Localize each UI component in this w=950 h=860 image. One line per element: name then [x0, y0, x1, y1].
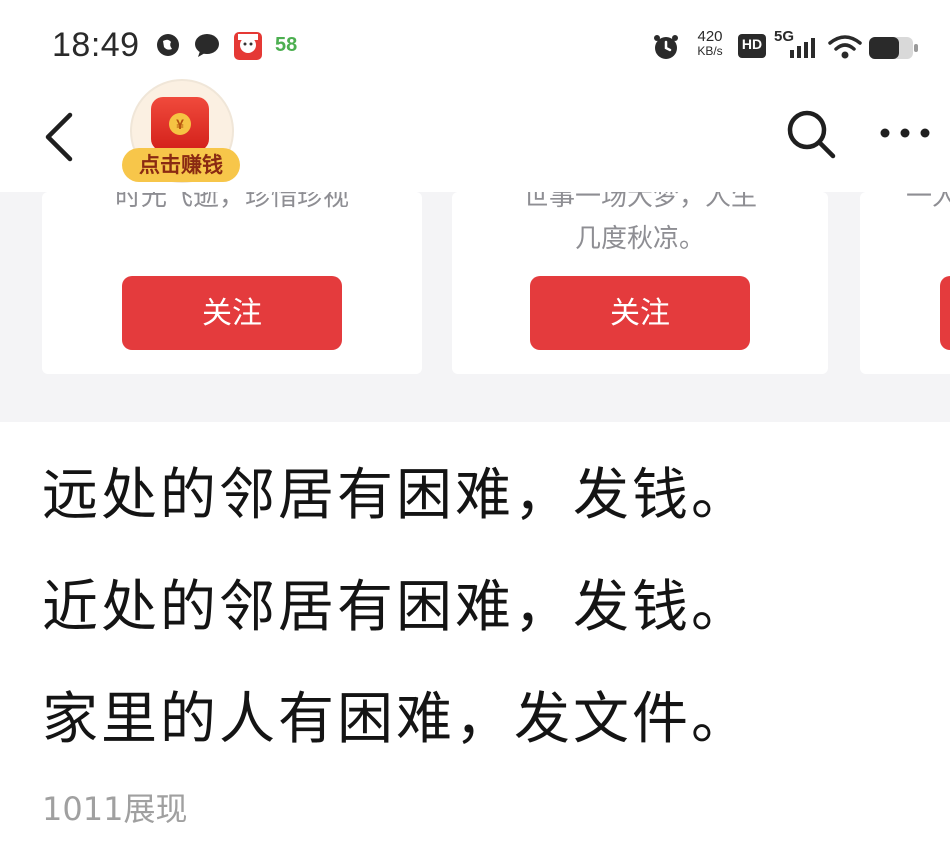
recommend-card: 一人	[860, 192, 950, 374]
recommend-card: 时光飞逝，珍惜珍视 关注	[42, 192, 422, 374]
coin-icon: ¥	[169, 113, 191, 135]
follow-button[interactable]: 关注	[530, 276, 750, 350]
recommended-accounts: 时光飞逝，珍惜珍视 关注 世事一场大梦，人生 几度秋凉。 关注 一人	[0, 192, 950, 422]
top-navigation: ¥ 点击赚钱	[0, 79, 950, 195]
back-button[interactable]	[30, 101, 90, 162]
more-options-button[interactable]	[870, 113, 940, 153]
network-type: 5G	[774, 28, 795, 45]
globe-app-icon	[155, 32, 181, 62]
impressions-count: 1011展现	[42, 790, 188, 828]
hd-label: HD	[741, 36, 763, 52]
card-description: 几度秋凉。	[574, 224, 705, 254]
network-speed-value: 420	[697, 28, 723, 45]
alarm-clock-icon	[652, 33, 680, 65]
post-text-line: 家里的人有困难，发文件。	[42, 687, 750, 752]
notification-count: 58	[275, 34, 298, 56]
follow-button[interactable]: 关注	[122, 276, 342, 350]
post-text-line: 近处的邻居有困难，发钱。	[42, 575, 750, 640]
wifi-icon	[828, 34, 862, 64]
hd-badge: HD	[738, 34, 766, 62]
app-avatar-icon	[232, 30, 264, 66]
more-dots-icon	[880, 128, 930, 138]
network-speed-unit: KB/s	[697, 44, 723, 58]
battery-icon	[868, 36, 920, 64]
earn-money-label: 点击赚钱	[122, 148, 240, 182]
status-time: 18:49	[52, 26, 140, 64]
signal-5g-icon: 5G	[774, 28, 818, 66]
follow-button[interactable]	[940, 276, 950, 350]
status-bar: 18:49 58 420 KB/s HD 5G	[0, 0, 950, 95]
card-description: 世事一场大梦，人生	[522, 192, 757, 212]
post-text-line: 远处的邻居有困难，发钱。	[42, 463, 750, 528]
screen: 18:49 58 420 KB/s HD 5G ¥ 点击赚钱 时光飞逝，珍惜珍视…	[0, 0, 950, 860]
card-description: 时光飞逝，珍惜珍视	[114, 192, 349, 212]
recommend-card: 世事一场大梦，人生 几度秋凉。 关注	[452, 192, 828, 374]
search-button[interactable]	[780, 103, 842, 165]
earn-money-redpacket[interactable]: ¥ 点击赚钱	[122, 79, 240, 185]
search-icon	[787, 110, 836, 159]
chat-bubble-icon	[193, 32, 221, 62]
network-speed: 420 KB/s	[690, 28, 730, 58]
chevron-left-icon	[45, 112, 73, 162]
card-description: 一人	[906, 192, 950, 212]
